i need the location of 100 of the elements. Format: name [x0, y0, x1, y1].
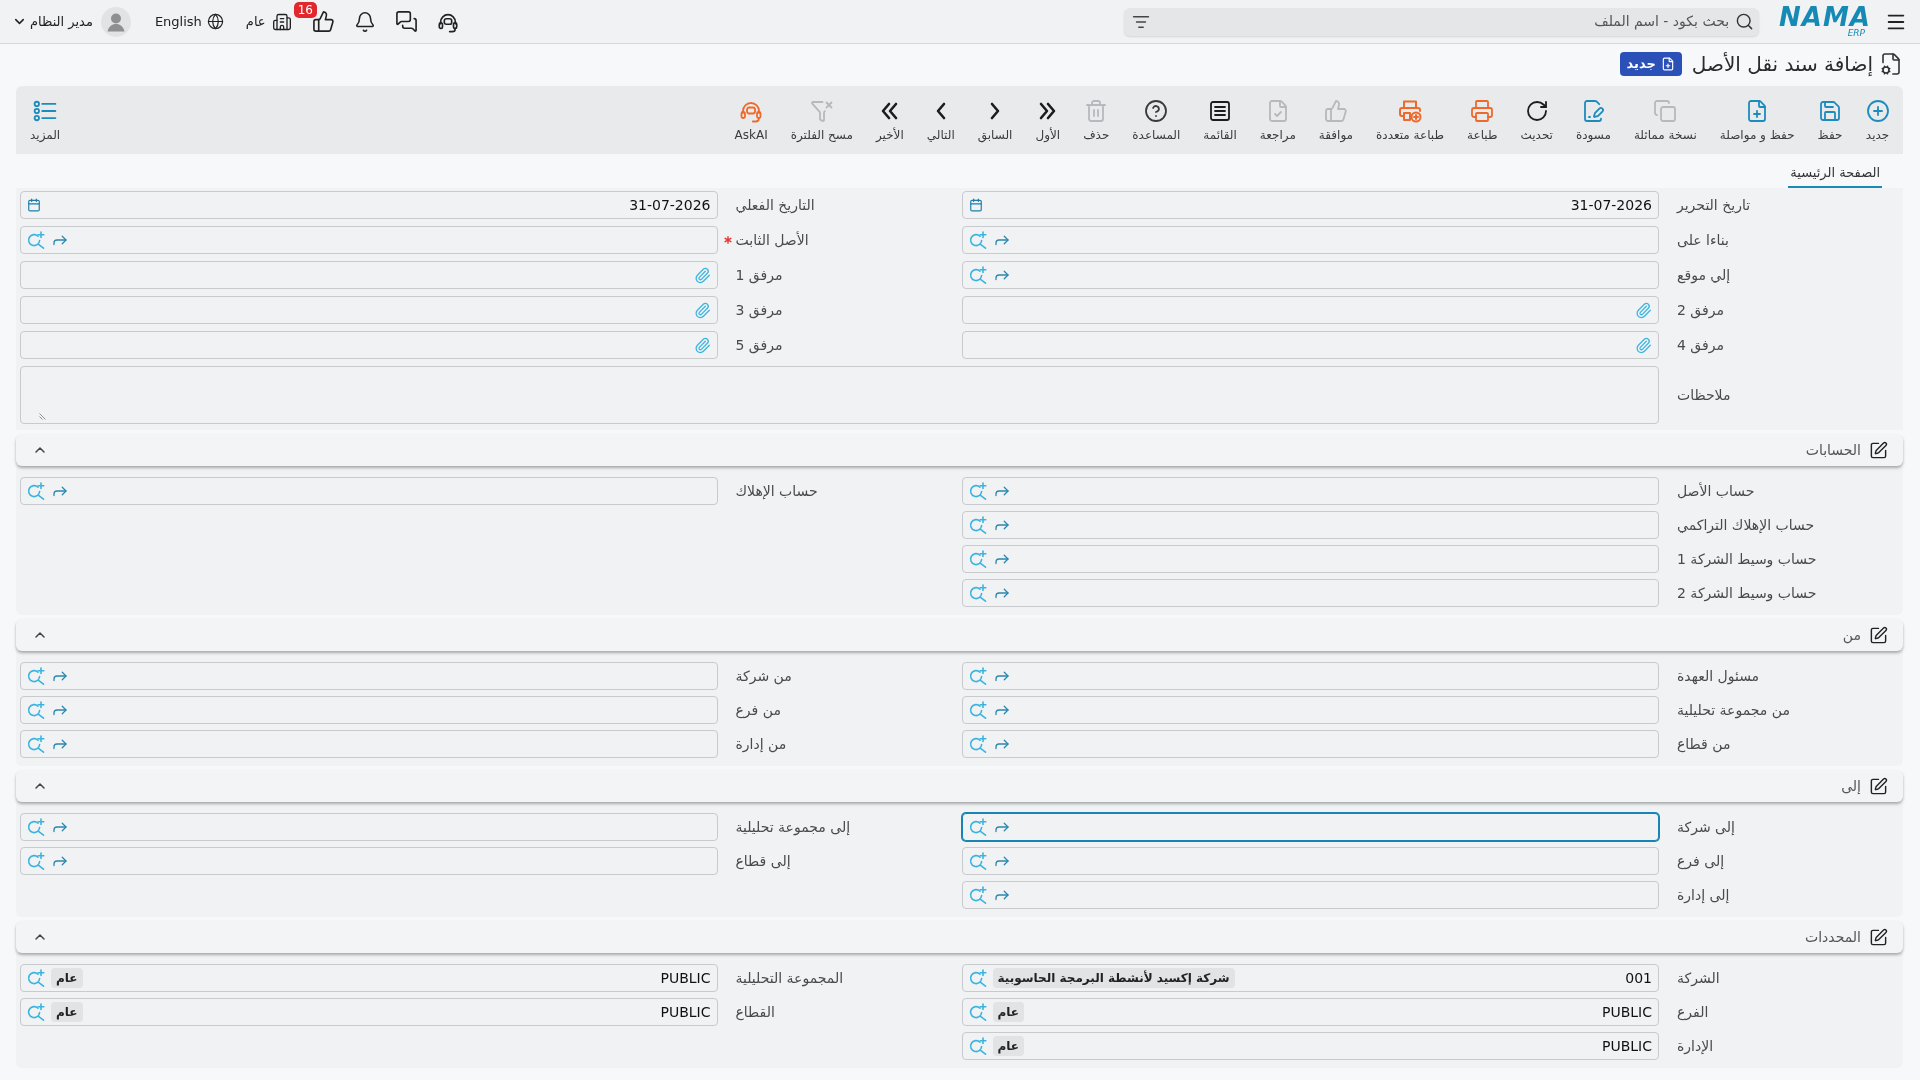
- pencil-square-icon[interactable]: [1869, 776, 1888, 796]
- messages-button[interactable]: [394, 10, 418, 33]
- bell-icon: [353, 10, 376, 33]
- search-plus-icon[interactable]: [27, 735, 45, 753]
- thumbs-up-icon: [311, 10, 335, 33]
- field-label: إلى فرع: [1677, 851, 1725, 872]
- list-button[interactable]: القائمة: [1191, 98, 1249, 142]
- lookup-field[interactable]: [20, 226, 718, 254]
- search-plus-icon[interactable]: [27, 852, 45, 870]
- lookup-field[interactable]: [961, 730, 1659, 758]
- page-title: إضافة سند نقل الأصل: [1691, 51, 1873, 78]
- attachment-field[interactable]: [961, 296, 1659, 324]
- search-plus-icon[interactable]: [968, 1003, 987, 1021]
- pencil-square-icon[interactable]: [1869, 927, 1888, 947]
- first-button[interactable]: الأول: [1023, 98, 1072, 142]
- search-plus-icon[interactable]: [27, 969, 45, 987]
- print-button[interactable]: طباعة: [1455, 98, 1509, 142]
- pencil-square-icon[interactable]: [1869, 625, 1888, 645]
- search-plus-icon[interactable]: [27, 818, 45, 836]
- print-multiple-button[interactable]: طباعة متعددة: [1364, 98, 1456, 142]
- lookup-field[interactable]: [961, 662, 1659, 690]
- help-button[interactable]: المساعدة: [1120, 98, 1192, 142]
- date-field[interactable]: 31-07-2026: [20, 191, 718, 219]
- calendar-icon[interactable]: [968, 198, 983, 212]
- search-plus-icon[interactable]: [968, 266, 987, 284]
- field-label: حساب الإهلاك التراكمي: [1677, 515, 1815, 536]
- branch-button[interactable]: عام: [245, 11, 292, 32]
- refresh-button[interactable]: تحديث: [1508, 98, 1565, 142]
- user-menu[interactable]: مدير النظام: [12, 6, 131, 37]
- resize-grip-icon[interactable]: [39, 413, 46, 420]
- search-plus-icon[interactable]: [968, 735, 987, 753]
- search-plus-icon[interactable]: [968, 584, 987, 602]
- search-plus-icon[interactable]: [968, 701, 987, 719]
- lookup-field[interactable]: [961, 847, 1659, 875]
- paperclip-icon[interactable]: [693, 266, 711, 284]
- attachment-field[interactable]: [20, 296, 718, 324]
- search-plus-icon[interactable]: [968, 852, 987, 870]
- language-button[interactable]: English: [154, 11, 224, 32]
- lookup-field[interactable]: [20, 847, 718, 875]
- paperclip-icon[interactable]: [693, 301, 711, 319]
- search-plus-icon[interactable]: [968, 482, 987, 500]
- paperclip-icon[interactable]: [693, 336, 711, 354]
- search-plus-icon[interactable]: [27, 482, 45, 500]
- field-label: إلى قطاع: [735, 851, 791, 872]
- search-plus-icon[interactable]: [27, 1003, 45, 1021]
- lookup-field[interactable]: [961, 696, 1659, 724]
- search-plus-icon[interactable]: [968, 969, 987, 987]
- search-plus-icon[interactable]: [968, 818, 987, 836]
- search-plus-icon[interactable]: [968, 516, 987, 534]
- lookup-field[interactable]: [20, 477, 718, 505]
- previous-button[interactable]: السابق: [966, 98, 1024, 142]
- lookup-field[interactable]: [20, 662, 718, 690]
- field-label: إلى مجموعة تحليلية: [735, 817, 851, 838]
- lookup-field[interactable]: [961, 881, 1659, 909]
- save-continue-button[interactable]: حفظ و مواصلة: [1708, 98, 1807, 142]
- paperclip-icon[interactable]: [1635, 301, 1652, 319]
- search-plus-icon[interactable]: [27, 667, 45, 685]
- attachment-field[interactable]: [20, 261, 718, 289]
- attachment-field[interactable]: [961, 331, 1659, 359]
- ask-ai-button[interactable]: AskAI: [723, 98, 780, 142]
- search-plus-icon[interactable]: [968, 231, 987, 249]
- paperclip-icon[interactable]: [1635, 336, 1652, 354]
- draft-button[interactable]: مسودة: [1564, 98, 1623, 142]
- section-title: المحددات: [1805, 927, 1861, 947]
- lookup-field[interactable]: [961, 579, 1659, 607]
- next-button[interactable]: التالي: [915, 98, 967, 142]
- field-label: حساب الأصل: [1677, 481, 1755, 501]
- new-button[interactable]: جديد: [1854, 98, 1901, 142]
- date-field[interactable]: 31-07-2026: [961, 191, 1659, 219]
- list-icon: [33, 98, 58, 123]
- field-label: من فرع: [735, 700, 781, 721]
- save-button[interactable]: حفظ: [1806, 98, 1854, 142]
- logo-wordmark: NAMA: [1779, 5, 1871, 29]
- notifications-button[interactable]: [353, 10, 376, 33]
- chat-bubbles-icon: [394, 10, 418, 33]
- approvals-button[interactable]: [311, 10, 335, 33]
- pencil-square-icon[interactable]: [1869, 440, 1888, 460]
- lookup-field[interactable]: [20, 730, 718, 758]
- search-plus-icon[interactable]: [968, 667, 987, 685]
- search-plus-icon[interactable]: [968, 886, 987, 904]
- lookup-field[interactable]: [961, 813, 1659, 841]
- search-plus-icon[interactable]: [968, 550, 987, 568]
- lookup-field[interactable]: [961, 226, 1659, 254]
- last-button[interactable]: الأخير: [864, 98, 916, 142]
- more-button[interactable]: المزيد: [30, 98, 61, 142]
- lookup-field[interactable]: [20, 696, 718, 724]
- search-plus-icon[interactable]: [27, 701, 45, 719]
- lookup-field[interactable]: [961, 545, 1659, 573]
- lookup-field[interactable]: [20, 813, 718, 841]
- lookup-field[interactable]: [961, 261, 1659, 289]
- search-plus-icon[interactable]: [968, 1037, 987, 1055]
- field-label: مسئول العهدة: [1677, 666, 1760, 687]
- lookup-field[interactable]: [961, 477, 1659, 505]
- search-field[interactable]: بحث بكود - اسم الملف: [1124, 7, 1760, 36]
- lookup-field[interactable]: [961, 511, 1659, 539]
- search-plus-icon[interactable]: [27, 231, 45, 249]
- notes-field[interactable]: [20, 366, 1659, 424]
- attachment-field[interactable]: [20, 331, 718, 359]
- field-label: الفرع: [1677, 1002, 1709, 1023]
- calendar-icon[interactable]: [27, 198, 41, 212]
